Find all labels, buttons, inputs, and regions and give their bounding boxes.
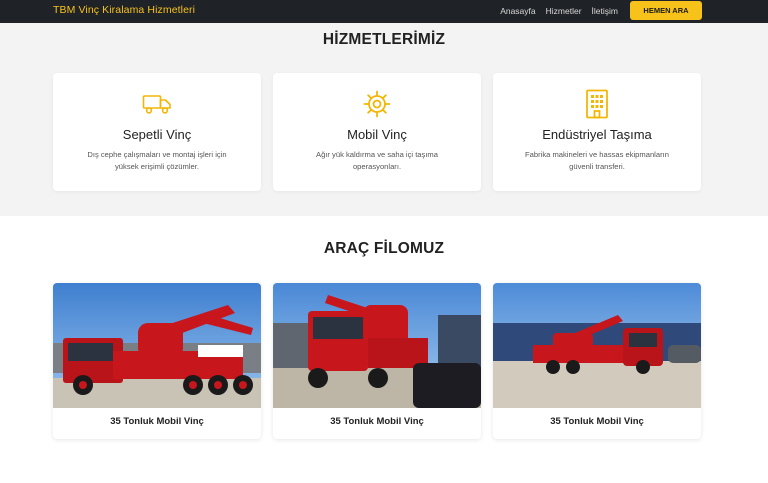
crane-truck-photo [493,283,701,408]
service-card-industrial-transport[interactable]: Endüstriyel Taşıma Fabrika makineleri ve… [493,73,701,191]
service-card-mobile-crane[interactable]: Mobil Vinç Ağır yük kaldırma ve saha içi… [273,73,481,191]
truck-icon [141,89,173,119]
nav-link-home[interactable]: Anasayfa [500,6,535,16]
fleet-card[interactable]: 35 Tonluk Mobil Vinç [493,283,701,439]
crane-truck-photo [273,283,481,408]
service-description: Fabrika makineleri ve hassas ekipmanları… [525,150,669,171]
service-description: Ağır yük kaldırma ve saha içi taşıma ope… [316,150,438,171]
building-icon [581,89,613,119]
service-title: Sepetli Vinç [122,127,192,142]
nav-link-services[interactable]: Hizmetler [546,6,582,16]
fleet-card-label: 35 Tonluk Mobil Vinç [550,416,644,427]
gear-icon [361,89,393,119]
top-navbar: TBM Vinç Kiralama Hizmetleri Anasayfa Hi… [0,0,768,23]
service-card-basket-crane[interactable]: Sepetli Vinç Dış cephe çalışmaları ve mo… [53,73,261,191]
fleet-card[interactable]: 35 Tonluk Mobil Vinç [273,283,481,439]
fleet-card-label: 35 Tonluk Mobil Vinç [330,416,424,427]
services-title: HİZMETLERİMİZ [322,31,446,48]
service-title: Endüstriyel Taşıma [542,127,652,142]
fleet-title: ARAÇ FİLOMUZ [323,240,445,257]
nav-links: Anasayfa Hizmetler İletişim [500,6,618,16]
service-description: Dış cephe çalışmaları ve montaj işleri i… [87,150,227,171]
nav-link-contact[interactable]: İletişim [592,6,618,16]
fleet-card[interactable]: 35 Tonluk Mobil Vinç [53,283,261,439]
brand-logo-text[interactable]: TBM Vinç Kiralama Hizmetleri [53,4,195,16]
crane-truck-photo [53,283,261,408]
call-now-button[interactable]: HEMEN ARA [630,1,702,20]
services-section: HİZMETLERİMİZ Sepetli Vinç Dış cephe çal… [0,23,768,216]
service-title: Mobil Vinç [347,127,407,142]
fleet-card-label: 35 Tonluk Mobil Vinç [110,416,204,427]
